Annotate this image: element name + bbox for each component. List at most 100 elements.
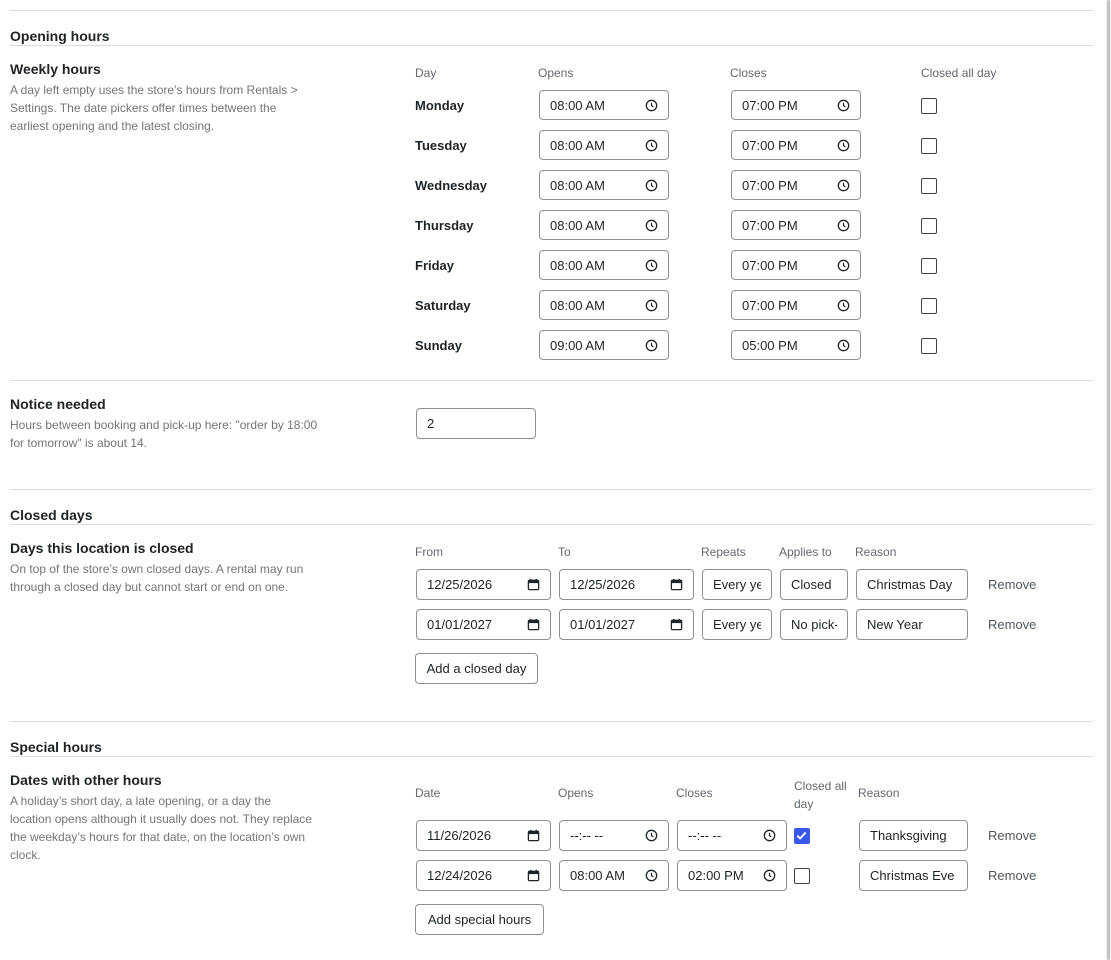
closes-time-input-friday[interactable]: 07:00 PM bbox=[731, 250, 861, 280]
day-label-thursday: Thursday bbox=[415, 218, 474, 233]
special-closes-time-input[interactable]: 02:00 PM bbox=[677, 860, 787, 891]
calendar-icon bbox=[669, 578, 683, 592]
special-hours-subtitle: Dates with other hours bbox=[10, 772, 162, 788]
calendar-icon bbox=[526, 829, 540, 843]
opens-time-input-saturday[interactable]: 08:00 AM bbox=[539, 290, 669, 320]
col-head-opens: Opens bbox=[538, 66, 574, 80]
closed-all-day-checkbox-saturday[interactable] bbox=[921, 298, 937, 314]
remove-special-hours-button[interactable]: Remove bbox=[988, 868, 1036, 883]
day-label-sunday: Sunday bbox=[415, 338, 462, 353]
col-head-closes: Closes bbox=[730, 66, 767, 80]
closes-time-input-wednesday[interactable]: 07:00 PM bbox=[731, 170, 861, 200]
closed-all-day-checkbox-thursday[interactable] bbox=[921, 218, 937, 234]
closed-from-date-input[interactable]: 12/25/2026 bbox=[416, 569, 551, 600]
col-head-reason: Reason bbox=[858, 786, 900, 800]
opens-time-input-sunday[interactable]: 09:00 AM bbox=[539, 330, 669, 360]
special-reason-input[interactable]: Christmas Eve bbox=[859, 860, 968, 891]
remove-closed-day-button[interactable]: Remove bbox=[988, 617, 1036, 632]
special-date-input[interactable]: 12/24/2026 bbox=[416, 860, 551, 891]
closed-reason-input[interactable]: Christmas Day bbox=[856, 569, 968, 600]
special-closed-all-day-checkbox[interactable] bbox=[794, 828, 810, 844]
add-closed-day-button[interactable]: Add a closed day bbox=[415, 653, 538, 684]
closed-days-description: On top of the store’s own closed days. A… bbox=[10, 562, 304, 594]
col-head-opens: Opens bbox=[558, 786, 594, 800]
divider bbox=[10, 10, 1093, 11]
clock-icon bbox=[836, 138, 850, 152]
calendar-icon bbox=[526, 578, 540, 592]
remove-closed-day-button[interactable]: Remove bbox=[988, 577, 1036, 592]
day-label-friday: Friday bbox=[415, 258, 455, 273]
closed-days-subtitle: Days this location is closed bbox=[10, 540, 194, 556]
clock-icon bbox=[836, 338, 850, 352]
opens-time-input-friday[interactable]: 08:00 AM bbox=[539, 250, 669, 280]
closes-time-input-sunday[interactable]: 05:00 PM bbox=[731, 330, 861, 360]
col-head-repeats: Repeats bbox=[701, 545, 746, 559]
divider bbox=[10, 721, 1093, 722]
checkmark-icon bbox=[796, 831, 807, 840]
clock-icon bbox=[836, 258, 850, 272]
special-date-input[interactable]: 11/26/2026 bbox=[416, 820, 551, 851]
col-head-from: From bbox=[415, 545, 443, 559]
opening-hours-section-title: Opening hours bbox=[10, 28, 110, 44]
clock-icon bbox=[644, 258, 658, 272]
clock-icon bbox=[836, 218, 850, 232]
closes-time-input-saturday[interactable]: 07:00 PM bbox=[731, 290, 861, 320]
clock-icon bbox=[836, 98, 850, 112]
closes-time-input-tuesday[interactable]: 07:00 PM bbox=[731, 130, 861, 160]
day-label-wednesday: Wednesday bbox=[415, 178, 488, 193]
closed-all-day-checkbox-monday[interactable] bbox=[921, 98, 937, 114]
remove-special-hours-button[interactable]: Remove bbox=[988, 828, 1036, 843]
clock-icon bbox=[644, 338, 658, 352]
divider bbox=[10, 380, 1093, 381]
opens-time-input-wednesday[interactable]: 08:00 AM bbox=[539, 170, 669, 200]
divider bbox=[10, 489, 1093, 490]
closed-all-day-checkbox-tuesday[interactable] bbox=[921, 138, 937, 154]
notice-needed-description: Hours between booking and pick-up here: … bbox=[10, 418, 318, 450]
closed-all-day-checkbox-sunday[interactable] bbox=[921, 338, 937, 354]
closed-all-day-checkbox-friday[interactable] bbox=[921, 258, 937, 274]
special-opens-time-input[interactable]: 08:00 AM bbox=[559, 860, 669, 891]
special-closes-time-input[interactable]: --:-- -- bbox=[677, 820, 787, 851]
closed-all-day-checkbox-wednesday[interactable] bbox=[921, 178, 937, 194]
closed-repeats-select[interactable]: Every year bbox=[702, 609, 772, 640]
closed-reason-input[interactable]: New Year bbox=[856, 609, 968, 640]
notice-hours-input[interactable]: 2 bbox=[416, 408, 536, 439]
opens-time-input-thursday[interactable]: 08:00 AM bbox=[539, 210, 669, 240]
clock-icon bbox=[644, 178, 658, 192]
divider bbox=[10, 45, 1093, 46]
calendar-icon bbox=[526, 618, 540, 632]
weekly-hours-description: A day left empty uses the store’s hours … bbox=[10, 83, 298, 133]
clock-icon bbox=[644, 218, 658, 232]
closed-repeats-select[interactable]: Every year bbox=[702, 569, 772, 600]
day-label-monday: Monday bbox=[415, 98, 465, 113]
special-hours-section-title: Special hours bbox=[10, 739, 102, 755]
clock-icon bbox=[644, 869, 658, 883]
calendar-icon bbox=[669, 618, 683, 632]
divider bbox=[10, 756, 1093, 757]
divider bbox=[10, 524, 1093, 525]
scrollbar-thumb[interactable] bbox=[1107, 0, 1110, 960]
closed-from-date-input[interactable]: 01/01/2027 bbox=[416, 609, 551, 640]
opens-time-input-tuesday[interactable]: 08:00 AM bbox=[539, 130, 669, 160]
col-head-closed-all-day: Closed all day bbox=[921, 66, 997, 80]
clock-icon bbox=[644, 138, 658, 152]
col-head-closed-all-day: Closed all day bbox=[794, 779, 847, 811]
closes-time-input-thursday[interactable]: 07:00 PM bbox=[731, 210, 861, 240]
closes-time-input-monday[interactable]: 07:00 PM bbox=[731, 90, 861, 120]
clock-icon bbox=[762, 829, 776, 843]
closed-days-section-title: Closed days bbox=[10, 507, 93, 523]
closed-applies-to-select[interactable]: Closed bbox=[780, 569, 848, 600]
closed-to-date-input[interactable]: 01/01/2027 bbox=[559, 609, 694, 640]
special-opens-time-input[interactable]: --:-- -- bbox=[559, 820, 669, 851]
calendar-icon bbox=[526, 869, 540, 883]
closed-applies-to-select[interactable]: No pick-up bbox=[780, 609, 848, 640]
closed-to-date-input[interactable]: 12/25/2026 bbox=[559, 569, 694, 600]
special-reason-input[interactable]: Thanksgiving bbox=[859, 820, 968, 851]
notice-needed-title: Notice needed bbox=[10, 396, 106, 412]
add-special-hours-button[interactable]: Add special hours bbox=[415, 904, 544, 935]
opens-time-input-monday[interactable]: 08:00 AM bbox=[539, 90, 669, 120]
special-closed-all-day-checkbox[interactable] bbox=[794, 868, 810, 884]
col-head-reason: Reason bbox=[855, 545, 897, 559]
day-label-saturday: Saturday bbox=[415, 298, 471, 313]
clock-icon bbox=[644, 298, 658, 312]
